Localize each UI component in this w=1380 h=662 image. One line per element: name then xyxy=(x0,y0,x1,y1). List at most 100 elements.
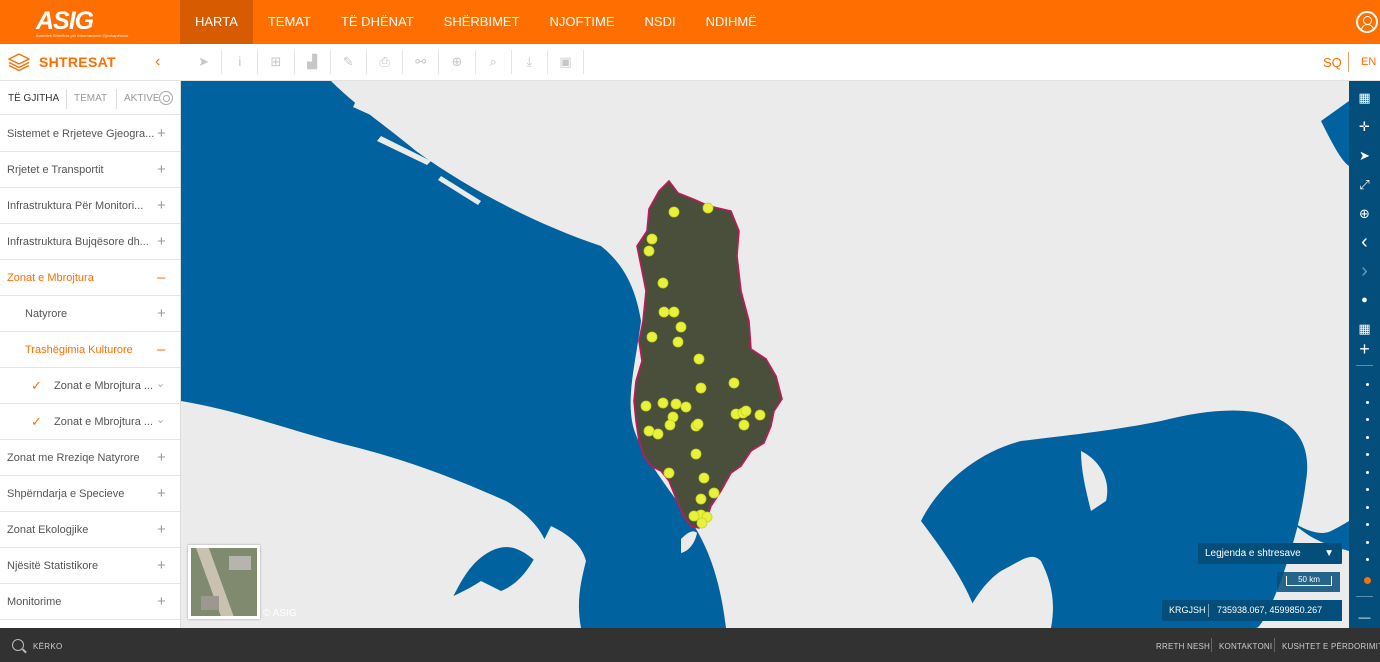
nav-ndihme[interactable]: NDIHMË xyxy=(691,0,772,44)
layer-item[interactable]: Sistemet e Rrjeteve Gjeogra... + xyxy=(0,116,180,152)
heritage-site-marker[interactable] xyxy=(695,382,707,394)
search-button[interactable]: KËRKO xyxy=(33,642,63,651)
tab-te-gjitha[interactable]: TË GJITHA xyxy=(8,93,59,104)
heritage-site-marker[interactable] xyxy=(708,487,720,499)
locate-icon[interactable]: ➤ xyxy=(1349,142,1380,170)
forward-icon[interactable]: › xyxy=(1349,257,1380,285)
fullscreen-icon[interactable]: ✛ xyxy=(1349,113,1380,141)
zoom-out-button[interactable]: — xyxy=(1349,603,1380,631)
heritage-site-marker[interactable] xyxy=(672,336,684,348)
footer-link-kushtet[interactable]: KUSHTET E PËRDORIMIT xyxy=(1282,642,1380,651)
lang-en-button[interactable]: EN xyxy=(1361,56,1376,68)
heritage-site-marker[interactable] xyxy=(695,493,707,505)
nav-te-dhenat[interactable]: TË DHËNAT xyxy=(326,0,429,44)
heritage-site-marker[interactable] xyxy=(692,418,704,430)
heritage-site-marker[interactable] xyxy=(688,510,700,522)
nav-temat[interactable]: TEMAT xyxy=(253,0,326,44)
layer-item[interactable]: Infrastruktura Për Monitori... + xyxy=(0,188,180,224)
link-tool-icon[interactable]: ⚯ xyxy=(403,50,440,74)
heritage-site-marker[interactable] xyxy=(693,353,705,365)
tab-temat[interactable]: TEMAT xyxy=(74,93,107,104)
expand-icon[interactable]: + xyxy=(157,233,166,250)
heritage-site-marker[interactable] xyxy=(696,517,708,529)
print-tool-icon[interactable]: ⎙ xyxy=(367,50,404,74)
heritage-site-marker[interactable] xyxy=(668,306,680,318)
expand-icon[interactable]: + xyxy=(157,305,166,322)
zoom-level-current[interactable] xyxy=(1364,577,1371,584)
heritage-site-marker[interactable] xyxy=(646,233,658,245)
heritage-site-marker[interactable] xyxy=(680,401,692,413)
download-tool-icon[interactable]: ⤓ xyxy=(512,50,548,74)
profile-tool-icon[interactable]: ▟ xyxy=(295,50,331,74)
heritage-site-marker[interactable] xyxy=(643,245,655,257)
heritage-site-marker[interactable] xyxy=(643,425,655,437)
heritage-site-marker[interactable] xyxy=(664,419,676,431)
layer-item[interactable]: Shpërndarja e Specieve + xyxy=(0,476,180,512)
layer-item[interactable]: Trashëgimia Kulturore – xyxy=(0,332,180,368)
expand-icon[interactable]: + xyxy=(157,161,166,178)
map-canvas[interactable]: © ASIG Legjenda e shtresave ▼ 50 km KRGJ… xyxy=(181,81,1349,628)
expand-icon[interactable]: + xyxy=(157,485,166,502)
nav-njoftime[interactable]: NJOFTIME xyxy=(535,0,630,44)
heritage-site-marker[interactable] xyxy=(698,472,710,484)
zoom-in-button[interactable]: + xyxy=(1349,335,1380,363)
zoom-level-dot[interactable] xyxy=(1366,523,1369,526)
edit-tool-icon[interactable]: ✎ xyxy=(331,50,367,74)
info-tool-icon[interactable]: i xyxy=(222,50,259,74)
select-tool-icon[interactable]: ➤ xyxy=(186,50,223,74)
zoom-level-dot[interactable] xyxy=(1366,418,1369,421)
expand-icon[interactable]: ⤢ xyxy=(1349,171,1380,199)
zoom-level-dot[interactable] xyxy=(1366,558,1369,561)
heritage-site-marker[interactable] xyxy=(663,467,675,479)
expand-icon[interactable]: + xyxy=(157,593,166,610)
expand-icon[interactable]: + xyxy=(157,521,166,538)
heritage-site-marker[interactable] xyxy=(702,202,714,214)
chevron-down-icon[interactable]: ⌄ xyxy=(156,377,165,390)
layer-item[interactable]: ✓ Zonat e Mbrojtura ... ⌄ xyxy=(0,368,180,404)
globe-icon[interactable]: ● xyxy=(1349,286,1380,314)
zoom-level-dot[interactable] xyxy=(1366,400,1369,404)
nav-harta[interactable]: HARTA xyxy=(180,0,253,44)
add-tool-icon[interactable]: ⊕ xyxy=(439,50,476,74)
zoom-level-dot[interactable] xyxy=(1366,470,1369,474)
legend-dropdown[interactable]: Legjenda e shtresave ▼ xyxy=(1198,543,1342,564)
layer-item[interactable]: ✓ Zonat e Mbrojtura ... ⌄ xyxy=(0,404,180,440)
expand-icon[interactable]: + xyxy=(157,197,166,214)
heritage-site-marker[interactable] xyxy=(754,409,766,421)
heritage-site-marker[interactable] xyxy=(657,277,669,289)
checkmark-icon[interactable]: ✓ xyxy=(31,414,42,430)
gear-icon[interactable] xyxy=(159,91,173,105)
expand-icon[interactable]: + xyxy=(157,449,166,466)
tab-aktive[interactable]: AKTIVE xyxy=(124,93,160,104)
zoom-level-dot[interactable] xyxy=(1366,383,1369,386)
heritage-site-marker[interactable] xyxy=(738,419,750,431)
heritage-site-marker[interactable] xyxy=(675,321,687,333)
lang-sq-button[interactable]: SQ xyxy=(1323,55,1342,70)
layer-item[interactable]: Zonat e Mbrojtura – xyxy=(0,260,180,296)
image-tool-icon[interactable]: ▣ xyxy=(548,50,585,74)
search-tool-icon[interactable]: ⌕ xyxy=(476,50,512,74)
user-icon[interactable] xyxy=(1356,11,1378,33)
heritage-site-marker[interactable] xyxy=(652,428,664,440)
layer-item[interactable]: Rrjetet e Transportit + xyxy=(0,152,180,188)
layer-item[interactable]: Zonat me Rreziqe Natyrore + xyxy=(0,440,180,476)
heritage-site-marker[interactable] xyxy=(690,448,702,460)
layer-item[interactable]: Monitorime + xyxy=(0,584,180,620)
expand-icon[interactable]: + xyxy=(157,125,166,142)
footer-link-rreth-nesh[interactable]: RRETH NESH xyxy=(1156,642,1210,651)
layer-item[interactable]: Zonat Ekologjike + xyxy=(0,512,180,548)
zoom-level-dot[interactable] xyxy=(1366,435,1369,439)
chevron-down-icon[interactable]: ⌄ xyxy=(156,413,165,426)
layer-item[interactable]: Infrastruktura Bujqësore dh... + xyxy=(0,224,180,260)
heritage-site-marker[interactable] xyxy=(668,206,680,218)
basemap-thumbnail[interactable] xyxy=(188,545,260,619)
zoom-level-dot[interactable] xyxy=(1366,505,1369,509)
collapse-icon[interactable]: – xyxy=(157,269,165,286)
nav-sherbimet[interactable]: SHËRBIMET xyxy=(429,0,535,44)
collapse-icon[interactable]: – xyxy=(157,341,165,358)
layer-item[interactable]: Njësitë Statistikore + xyxy=(0,548,180,584)
zoom-extent-icon[interactable]: ⊕ xyxy=(1349,200,1380,228)
basemap-icon[interactable]: ▦ xyxy=(1349,84,1380,112)
back-icon[interactable]: ‹ xyxy=(1349,228,1380,256)
checkmark-icon[interactable]: ✓ xyxy=(31,378,42,394)
